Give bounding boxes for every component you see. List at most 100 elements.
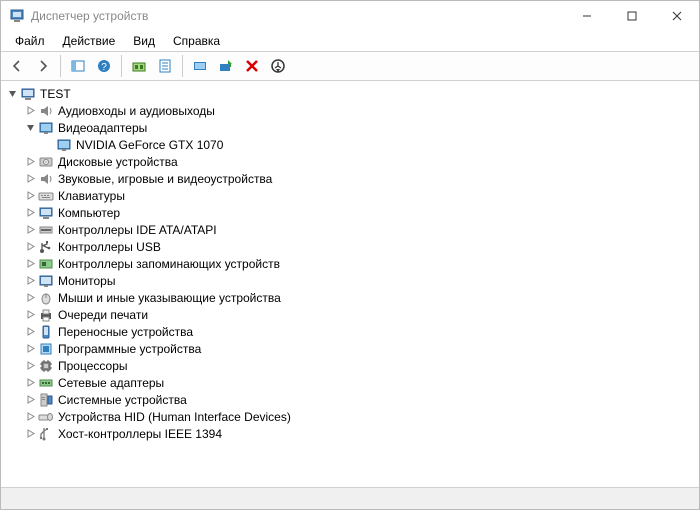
computer-icon xyxy=(38,205,54,221)
window-title: Диспетчер устройств xyxy=(31,9,148,23)
expand-toggle[interactable] xyxy=(5,87,19,101)
expand-toggle[interactable] xyxy=(23,274,37,288)
device-gpu[interactable]: NVIDIA GeForce GTX 1070 xyxy=(41,136,699,153)
processor-icon xyxy=(38,358,54,374)
computer-icon xyxy=(20,86,36,102)
forward-button[interactable] xyxy=(31,54,55,78)
expand-toggle[interactable] xyxy=(23,410,37,424)
category-display-adapters[interactable]: Видеоадаптеры xyxy=(23,119,699,136)
node-label: Устройства HID (Human Interface Devices) xyxy=(58,410,291,424)
properties-button[interactable] xyxy=(153,54,177,78)
show-hide-tree-button[interactable] xyxy=(66,54,90,78)
node-label: Дисковые устройства xyxy=(58,155,178,169)
sound-icon xyxy=(38,171,54,187)
disk-icon xyxy=(38,154,54,170)
svg-text:?: ? xyxy=(101,62,107,73)
category-keyboards[interactable]: Клавиатуры xyxy=(23,187,699,204)
expand-toggle[interactable] xyxy=(23,342,37,356)
scan-hardware-button[interactable] xyxy=(127,54,151,78)
category-print-queues[interactable]: Очереди печати xyxy=(23,306,699,323)
toolbar-separator xyxy=(60,55,61,77)
node-label: Хост-контроллеры IEEE 1394 xyxy=(58,427,222,441)
menu-action[interactable]: Действие xyxy=(55,32,124,50)
expand-toggle[interactable] xyxy=(23,223,37,237)
printer-icon xyxy=(38,307,54,323)
toolbar: ? xyxy=(1,51,699,81)
keyboard-icon xyxy=(38,188,54,204)
app-icon xyxy=(9,8,25,24)
node-label: Контроллеры USB xyxy=(58,240,161,254)
node-label: TEST xyxy=(40,87,71,101)
node-label: Клавиатуры xyxy=(58,189,125,203)
category-software-devices[interactable]: Программные устройства xyxy=(23,340,699,357)
expand-toggle[interactable] xyxy=(23,257,37,271)
spacer xyxy=(41,138,55,152)
category-ieee1394[interactable]: Хост-контроллеры IEEE 1394 xyxy=(23,425,699,442)
display-adapter-icon xyxy=(38,120,54,136)
expand-toggle[interactable] xyxy=(23,172,37,186)
back-button[interactable] xyxy=(5,54,29,78)
usb-icon xyxy=(38,239,54,255)
node-label: Программные устройства xyxy=(58,342,201,356)
close-button[interactable] xyxy=(654,1,699,31)
statusbar xyxy=(1,487,699,509)
menubar: Файл Действие Вид Справка xyxy=(1,31,699,51)
storage-controller-icon xyxy=(38,256,54,272)
expand-toggle[interactable] xyxy=(23,291,37,305)
uninstall-device-button[interactable] xyxy=(240,54,264,78)
category-usb[interactable]: Контроллеры USB xyxy=(23,238,699,255)
category-network[interactable]: Сетевые адаптеры xyxy=(23,374,699,391)
system-device-icon xyxy=(38,392,54,408)
expand-toggle[interactable] xyxy=(23,427,37,441)
titlebar: Диспетчер устройств xyxy=(1,1,699,31)
ieee1394-icon xyxy=(38,426,54,442)
node-label: Видеоадаптеры xyxy=(58,121,147,135)
expand-toggle[interactable] xyxy=(23,189,37,203)
menu-help[interactable]: Справка xyxy=(165,32,228,50)
category-processors[interactable]: Процессоры xyxy=(23,357,699,374)
help-button[interactable]: ? xyxy=(92,54,116,78)
maximize-button[interactable] xyxy=(609,1,654,31)
minimize-button[interactable] xyxy=(564,1,609,31)
audio-icon xyxy=(38,103,54,119)
category-hid[interactable]: Устройства HID (Human Interface Devices) xyxy=(23,408,699,425)
device-tree[interactable]: TEST Аудиовходы и аудиовыходы Видеоадапт… xyxy=(1,81,699,487)
category-computer[interactable]: Компьютер xyxy=(23,204,699,221)
ide-icon xyxy=(38,222,54,238)
expand-toggle[interactable] xyxy=(23,121,37,135)
category-sound[interactable]: Звуковые, игровые и видеоустройства xyxy=(23,170,699,187)
root-node[interactable]: TEST xyxy=(5,85,699,102)
node-label: Системные устройства xyxy=(58,393,187,407)
update-driver-button[interactable] xyxy=(188,54,212,78)
category-audio[interactable]: Аудиовходы и аудиовыходы xyxy=(23,102,699,119)
node-label: Очереди печати xyxy=(58,308,148,322)
node-label: Мыши и иные указывающие устройства xyxy=(58,291,281,305)
node-label: Контроллеры запоминающих устройств xyxy=(58,257,280,271)
category-monitors[interactable]: Мониторы xyxy=(23,272,699,289)
expand-toggle[interactable] xyxy=(23,325,37,339)
node-label: Контроллеры IDE ATA/ATAPI xyxy=(58,223,217,237)
expand-toggle[interactable] xyxy=(23,359,37,373)
expand-toggle[interactable] xyxy=(23,240,37,254)
node-label: Компьютер xyxy=(58,206,120,220)
mouse-icon xyxy=(38,290,54,306)
menu-file[interactable]: Файл xyxy=(7,32,53,50)
enable-device-button[interactable] xyxy=(214,54,238,78)
category-portable[interactable]: Переносные устройства xyxy=(23,323,699,340)
category-ide[interactable]: Контроллеры IDE ATA/ATAPI xyxy=(23,221,699,238)
hid-icon xyxy=(38,409,54,425)
expand-toggle[interactable] xyxy=(23,376,37,390)
category-storage-controllers[interactable]: Контроллеры запоминающих устройств xyxy=(23,255,699,272)
expand-toggle[interactable] xyxy=(23,308,37,322)
category-disk[interactable]: Дисковые устройства xyxy=(23,153,699,170)
expand-toggle[interactable] xyxy=(23,104,37,118)
expand-toggle[interactable] xyxy=(23,206,37,220)
expand-toggle[interactable] xyxy=(23,155,37,169)
category-system[interactable]: Системные устройства xyxy=(23,391,699,408)
menu-view[interactable]: Вид xyxy=(125,32,163,50)
category-mice[interactable]: Мыши и иные указывающие устройства xyxy=(23,289,699,306)
expand-toggle[interactable] xyxy=(23,393,37,407)
monitor-icon xyxy=(38,273,54,289)
portable-device-icon xyxy=(38,324,54,340)
disable-device-button[interactable] xyxy=(266,54,290,78)
